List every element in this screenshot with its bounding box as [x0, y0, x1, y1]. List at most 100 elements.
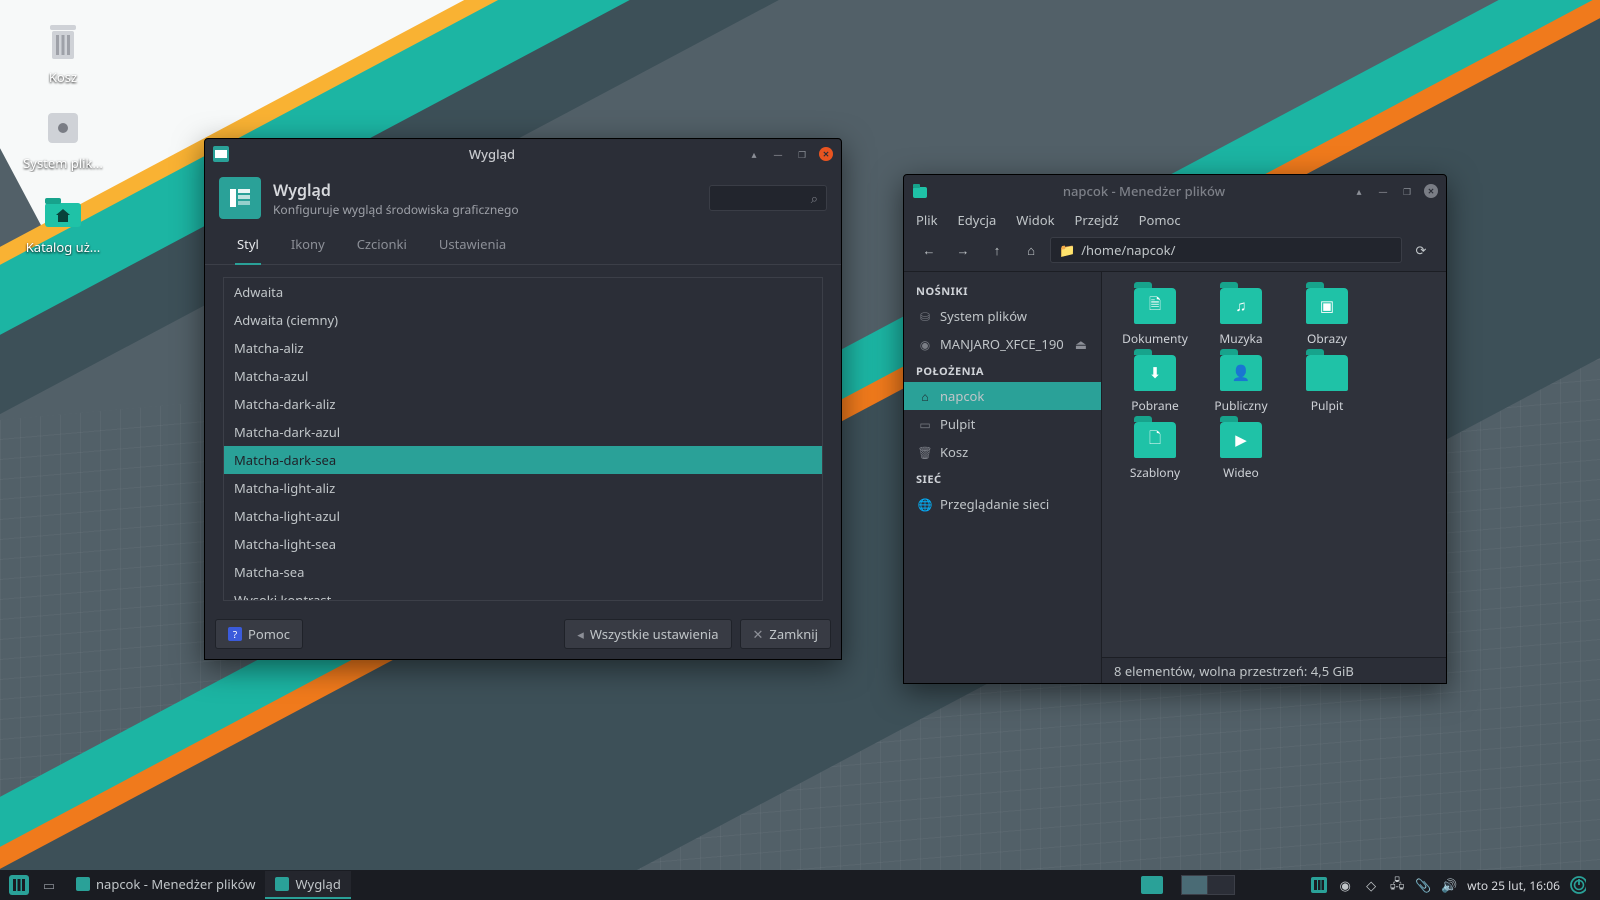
- folder-icon: ▣: [1306, 288, 1348, 324]
- folder-item[interactable]: 🗎Dokumenty: [1120, 288, 1190, 347]
- home-folder-icon: [43, 192, 83, 232]
- path-bar[interactable]: 📁 /home/napcok/: [1050, 237, 1402, 263]
- shield-icon[interactable]: ◇: [1363, 877, 1379, 893]
- minimize-button[interactable]: [771, 147, 785, 161]
- clock[interactable]: wto 25 lut, 16:06: [1467, 877, 1560, 894]
- style-option[interactable]: Matcha-dark-sea: [224, 446, 822, 474]
- file-grid[interactable]: 🗎Dokumenty ♫Muzyka ▣Obrazy ⬇Pobrane 👤Publicz…: [1102, 272, 1446, 657]
- tab-styl[interactable]: Styl: [235, 229, 261, 265]
- menu-pomoc[interactable]: Pomoc: [1139, 211, 1181, 229]
- cd-icon: ◉: [918, 337, 932, 351]
- close-button[interactable]: [819, 147, 833, 161]
- style-option[interactable]: Matcha-light-sea: [224, 530, 822, 558]
- maximize-button[interactable]: [1400, 184, 1414, 198]
- network-icon[interactable]: 🖧: [1389, 877, 1405, 893]
- style-option[interactable]: Matcha-sea: [224, 558, 822, 586]
- desktop-icon-label: Kosz: [8, 68, 118, 86]
- folder-icon: 🗋: [1134, 422, 1176, 458]
- taskbar-task[interactable]: Wygląd: [265, 871, 350, 899]
- help-button[interactable]: ?Pomoc: [215, 619, 303, 649]
- close-icon: ✕: [753, 625, 764, 643]
- drive-icon: [43, 108, 83, 148]
- desktop-icon-filesystem[interactable]: System plik...: [8, 108, 118, 172]
- sidebar-item[interactable]: ▭Pulpit: [904, 410, 1101, 438]
- menu-edycja[interactable]: Edycja: [958, 211, 997, 229]
- sidebar-item[interactable]: 🌐Przeglądanie sieci: [904, 490, 1101, 518]
- folder-icon: 🗎: [1134, 288, 1176, 324]
- titlebar[interactable]: Wygląd: [205, 139, 841, 169]
- close-dialog-button[interactable]: ✕Zamknij: [740, 619, 831, 649]
- task-icon: [76, 877, 90, 891]
- style-option[interactable]: Matcha-light-azul: [224, 502, 822, 530]
- style-option[interactable]: Wysoki kontrast: [224, 586, 822, 601]
- all-settings-button[interactable]: ◂Wszystkie ustawienia: [564, 619, 731, 649]
- appearance-heading: Wygląd: [273, 179, 697, 201]
- sidebar-header-devices: NOŚNIKI: [904, 278, 1101, 302]
- folder-item[interactable]: ⬇Pobrane: [1120, 355, 1190, 414]
- task-icon: [275, 877, 289, 891]
- shade-button[interactable]: [747, 147, 761, 161]
- volume-icon[interactable]: 🔊: [1441, 877, 1457, 893]
- workspace-switcher[interactable]: [1181, 875, 1235, 895]
- nav-back-button[interactable]: ←: [914, 237, 944, 263]
- file-manager-window: napcok - Menedżer plików Plik Edycja Widok…: [903, 174, 1447, 684]
- folder-item[interactable]: 🗋Szablony: [1120, 422, 1190, 481]
- sidebar-item[interactable]: 🗑Kosz: [904, 438, 1101, 466]
- power-icon[interactable]: [1570, 877, 1586, 893]
- clipboard-icon[interactable]: 📎: [1415, 877, 1431, 893]
- tab-ikony[interactable]: Ikony: [289, 229, 327, 264]
- style-option[interactable]: Matcha-dark-azul: [224, 418, 822, 446]
- window-title: Wygląd: [237, 145, 747, 163]
- style-option[interactable]: Adwaita (ciemny): [224, 306, 822, 334]
- menu-plik[interactable]: Plik: [916, 211, 938, 229]
- tray-notification-icon[interactable]: [1141, 876, 1163, 894]
- menu-przejdź[interactable]: Przejdź: [1075, 211, 1119, 229]
- start-menu-button[interactable]: [6, 872, 32, 898]
- folder-item[interactable]: ▣Obrazy: [1292, 288, 1362, 347]
- trash-icon: 🗑: [918, 445, 932, 459]
- desktop-icon-home[interactable]: Katalog uż...: [8, 192, 118, 256]
- style-option[interactable]: Matcha-azul: [224, 362, 822, 390]
- workspace-2[interactable]: [1208, 876, 1234, 894]
- style-list[interactable]: AdwaitaAdwaita (ciemny)Matcha-alizMatcha…: [223, 277, 823, 601]
- sidebar-header-network: SIEĆ: [904, 466, 1101, 490]
- folder-item[interactable]: 👤Publiczny: [1206, 355, 1276, 414]
- search-input[interactable]: ⌕: [709, 185, 827, 211]
- manjaro-tray-icon[interactable]: [1311, 877, 1327, 893]
- eject-icon[interactable]: ⏏: [1075, 335, 1087, 353]
- nav-home-button[interactable]: ⌂: [1016, 237, 1046, 263]
- tab-ustawienia[interactable]: Ustawienia: [437, 229, 508, 264]
- drive-icon: ⛁: [918, 309, 932, 323]
- style-option[interactable]: Matcha-aliz: [224, 334, 822, 362]
- back-icon: ◂: [577, 625, 584, 643]
- minimize-button[interactable]: [1376, 184, 1390, 198]
- desktop-icon-trash[interactable]: Kosz: [8, 22, 118, 86]
- style-option[interactable]: Matcha-light-aliz: [224, 474, 822, 502]
- close-button[interactable]: [1424, 184, 1438, 198]
- style-option[interactable]: Adwaita: [224, 278, 822, 306]
- folder-item[interactable]: ▶Wideo: [1206, 422, 1276, 481]
- folder-item[interactable]: ♫Muzyka: [1206, 288, 1276, 347]
- trash-icon: [43, 22, 83, 62]
- toolbar: ← → ↑ ⌂ 📁 /home/napcok/ ⟳: [904, 235, 1446, 272]
- workspace-1[interactable]: [1182, 876, 1208, 894]
- maximize-button[interactable]: [795, 147, 809, 161]
- tab-czcionki[interactable]: Czcionki: [355, 229, 409, 264]
- nav-forward-button[interactable]: →: [948, 237, 978, 263]
- updates-icon[interactable]: ◉: [1337, 877, 1353, 893]
- folder-item[interactable]: Pulpit: [1292, 355, 1362, 414]
- sidebar-item[interactable]: ⛁System plików: [904, 302, 1101, 330]
- appearance-subheading: Konfiguruje wygląd środowiska graficzneg…: [273, 201, 697, 218]
- sidebar-item[interactable]: ⌂napcok: [904, 382, 1101, 410]
- shade-button[interactable]: [1352, 184, 1366, 198]
- folder-icon: 📁: [1059, 241, 1075, 259]
- folder-icon: ⬇: [1134, 355, 1176, 391]
- style-option[interactable]: Matcha-dark-aliz: [224, 390, 822, 418]
- menu-widok[interactable]: Widok: [1016, 211, 1054, 229]
- taskbar-task[interactable]: napcok - Menedżer plików: [66, 871, 265, 899]
- titlebar[interactable]: napcok - Menedżer plików: [904, 175, 1446, 207]
- reload-button[interactable]: ⟳: [1406, 237, 1436, 263]
- show-desktop-button[interactable]: ▭: [36, 872, 62, 898]
- nav-up-button[interactable]: ↑: [982, 237, 1012, 263]
- sidebar-item[interactable]: ◉MANJARO_XFCE_190⏏: [904, 330, 1101, 358]
